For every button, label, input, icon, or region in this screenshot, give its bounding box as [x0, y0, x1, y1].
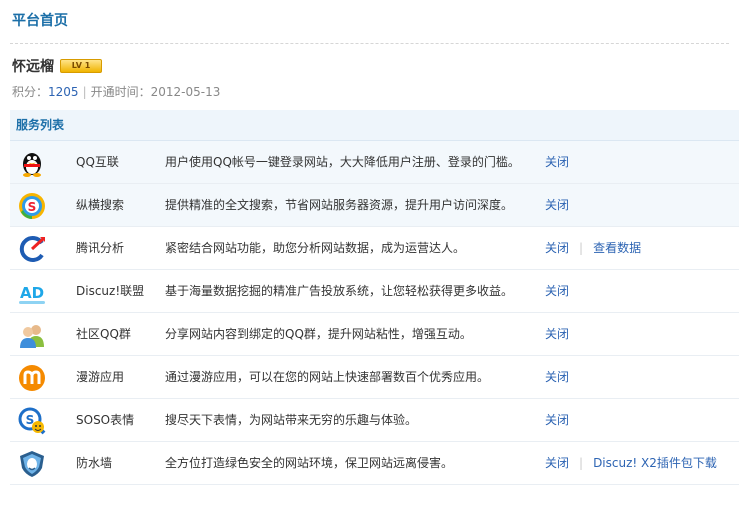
close-link[interactable]: 关闭	[545, 198, 569, 212]
close-link[interactable]: 关闭	[545, 155, 569, 169]
close-link[interactable]: 关闭	[545, 370, 569, 384]
service-row-analytics: 腾讯分析 紧密结合网站功能，助您分析网站数据，成为运营达人。 关闭 | 查看数据	[10, 227, 739, 270]
page-title: 平台首页	[12, 13, 68, 29]
service-name: 纵横搜索	[76, 198, 125, 212]
close-link[interactable]: 关闭	[545, 456, 569, 470]
service-row-qq-connect: QQ互联 用户使用QQ帐号一键登录网站，大大降低用户注册、登录的门槛。 关闭	[10, 141, 739, 184]
user-meta: 积分：1205 | 开通时间：2012-05-13	[12, 83, 220, 100]
plugin-download-link[interactable]: Discuz! X2插件包下载	[593, 456, 717, 470]
service-desc: 通过漫游应用，可以在您的网站上快速部署数百个优秀应用。	[165, 370, 490, 384]
view-data-link[interactable]: 查看数据	[593, 241, 641, 255]
service-actions: 关闭	[545, 184, 569, 226]
score-value: 1205	[48, 85, 79, 99]
firewall-shield-icon	[18, 450, 46, 478]
service-list-title: 服务列表	[10, 110, 739, 141]
user-info: 怀远榴 LV 1	[12, 56, 102, 76]
service-desc: 用户使用QQ帐号一键登录网站，大大降低用户注册、登录的门槛。	[165, 155, 520, 169]
service-name: SOSO表情	[76, 413, 135, 427]
service-name: 漫游应用	[76, 370, 125, 384]
service-desc: 搜尽天下表情，为网站带来无穷的乐趣与体验。	[165, 413, 418, 427]
title-divider	[10, 43, 729, 44]
service-desc: 提供精准的全文搜索，节省网站服务器资源，提升用户访问深度。	[165, 198, 514, 212]
qq-penguin-icon	[18, 149, 46, 177]
service-actions: 关闭	[545, 399, 569, 441]
svg-text:AD: AD	[20, 284, 44, 302]
level-badge: LV 1	[60, 59, 102, 73]
service-actions: 关闭	[545, 270, 569, 312]
service-row-union: AD Discuz!联盟 基于海量数据挖掘的精准广告投放系统，让您轻松获得更多收…	[10, 270, 739, 313]
username: 怀远榴	[12, 59, 54, 75]
score-label: 积分：	[12, 85, 49, 99]
service-actions: 关闭	[545, 313, 569, 355]
service-row-search: S 纵横搜索 提供精准的全文搜索，节省网站服务器资源，提升用户访问深度。 关闭	[10, 184, 739, 227]
action-separator: |	[579, 456, 584, 470]
service-name: 腾讯分析	[76, 241, 125, 255]
service-row-soso-emoticon: S SOSO表情 搜尽天下表情，为网站带来无穷的乐趣与体验。 关闭	[10, 399, 739, 442]
soso-search-icon: S	[18, 192, 46, 220]
open-time-label: 开通时间：	[90, 85, 151, 99]
manyou-app-icon	[18, 364, 46, 392]
service-desc: 全方位打造绿色安全的网站环境，保卫网站远离侵害。	[165, 456, 454, 470]
service-desc: 基于海量数据挖掘的精准广告投放系统，让您轻松获得更多收益。	[165, 284, 514, 298]
service-name: Discuz!联盟	[76, 284, 145, 298]
service-actions: 关闭	[545, 356, 569, 398]
service-actions: 关闭 | 查看数据	[545, 227, 641, 269]
service-desc: 紧密结合网站功能，助您分析网站数据，成为运营达人。	[165, 241, 466, 255]
tencent-analytics-icon	[18, 235, 46, 263]
service-name: QQ互联	[76, 155, 119, 169]
close-link[interactable]: 关闭	[545, 241, 569, 255]
service-name: 社区QQ群	[76, 327, 131, 341]
close-link[interactable]: 关闭	[545, 327, 569, 341]
service-name: 防水墙	[76, 456, 113, 470]
close-link[interactable]: 关闭	[545, 284, 569, 298]
open-time-value: 2012-05-13	[150, 85, 221, 99]
svg-text:S: S	[28, 200, 37, 214]
ad-union-icon: AD	[18, 278, 46, 306]
meta-separator: |	[82, 85, 87, 99]
service-desc: 分享网站内容到绑定的QQ群，提升网站粘性，增强互动。	[165, 327, 472, 341]
service-row-firewall: 防水墙 全方位打造绿色安全的网站环境，保卫网站远离侵害。 关闭 | Discuz! …	[10, 442, 739, 485]
action-separator: |	[579, 241, 584, 255]
soso-emoticon-icon: S	[18, 407, 46, 435]
qq-group-icon	[18, 321, 46, 349]
service-list: 服务列表 QQ互联 用户使用QQ帐号一键登录网站，大大降低用户注册、登录的门槛。…	[10, 110, 739, 485]
service-actions: 关闭	[545, 141, 569, 183]
service-row-qq-group: 社区QQ群 分享网站内容到绑定的QQ群，提升网站粘性，增强互动。 关闭	[10, 313, 739, 356]
service-row-manyou: 漫游应用 通过漫游应用，可以在您的网站上快速部署数百个优秀应用。 关闭	[10, 356, 739, 399]
service-actions: 关闭 | Discuz! X2插件包下载	[545, 442, 717, 484]
close-link[interactable]: 关闭	[545, 413, 569, 427]
